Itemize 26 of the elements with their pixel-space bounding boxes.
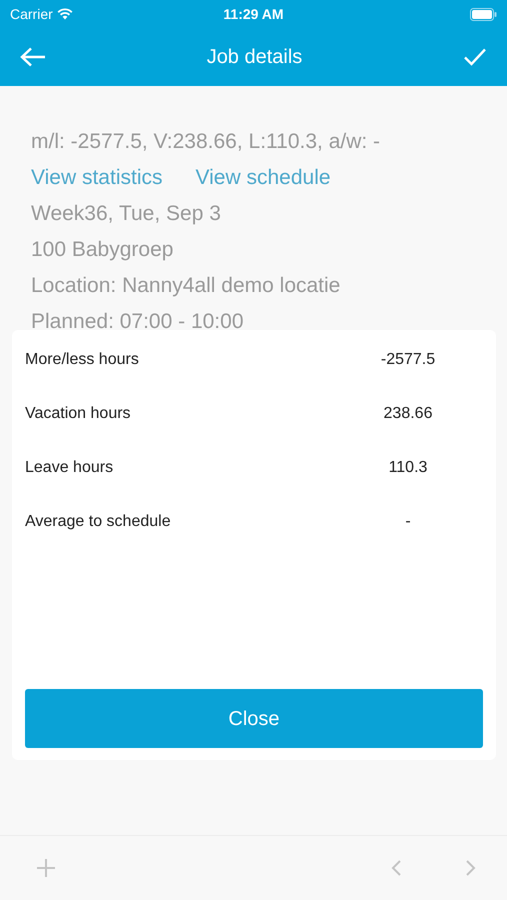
- details-link[interactable]: View statistics: [31, 160, 162, 196]
- stat-label: Average to schedule: [25, 512, 172, 532]
- clock-label: 11:29 AM: [223, 4, 284, 24]
- chevron-left-icon: [390, 859, 402, 877]
- detail-text: Planned: 07:00 - 10:00: [31, 309, 245, 335]
- stat-value: -: [404, 512, 412, 532]
- wifi-icon: [56, 8, 73, 20]
- arrow-left-icon: [20, 47, 46, 67]
- checkmark-icon: [463, 47, 487, 67]
- detail-text: Location: Nanny4all demo locatie: [31, 273, 342, 299]
- detail-text: Week36, Tue, Sep 3: [31, 201, 222, 227]
- close-button[interactable]: Close: [25, 689, 483, 748]
- chevron-right-icon: [465, 859, 477, 877]
- screen-title: Job details: [206, 45, 304, 70]
- summary-text: m/l: -2577.5, V:238.66, L:110.3, a/w: -: [31, 129, 382, 155]
- stat-value: -2577.5: [380, 350, 436, 370]
- details-link[interactable]: View schedule: [196, 160, 331, 196]
- plus-icon: [36, 858, 56, 878]
- stat-value: 110.3: [388, 458, 428, 478]
- stat-label: Vacation hours: [25, 404, 132, 424]
- battery-icon: [470, 8, 497, 20]
- stat-value: 238.66: [382, 404, 434, 424]
- detail-text: 100 Babygroep: [31, 237, 174, 263]
- carrier-label: Carrier: [10, 4, 53, 24]
- stat-label: More/less hours: [25, 350, 140, 370]
- stat-label: Leave hours: [25, 458, 114, 478]
